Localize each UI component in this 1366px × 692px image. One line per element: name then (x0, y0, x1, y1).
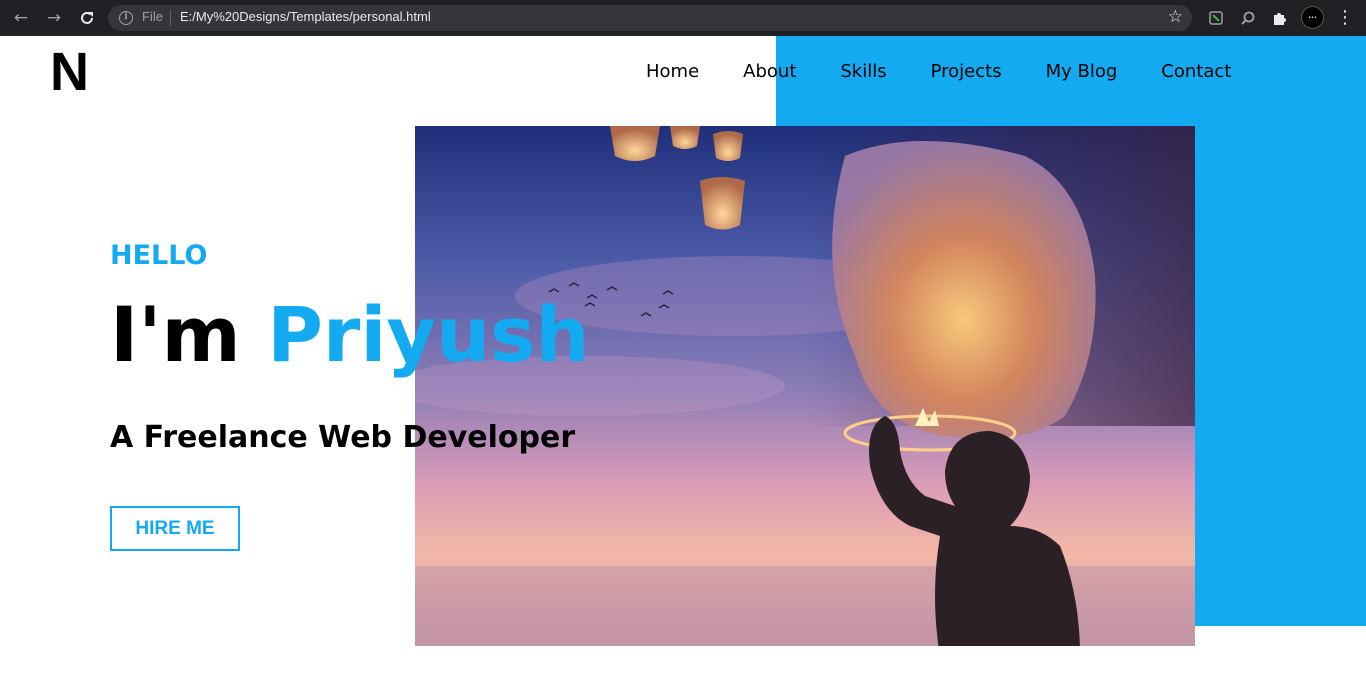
url-scheme-label: File (142, 9, 163, 24)
hero-subtitle: A Freelance Web Developer (110, 420, 576, 455)
hire-me-button[interactable]: HIRE ME (110, 506, 240, 551)
browser-toolbar: ← → i File E:/My%20Designs/Templates/per… (0, 0, 1366, 36)
nav-link-skills[interactable]: Skills (840, 61, 886, 82)
url-text[interactable]: E:/My%20Designs/Templates/personal.html (180, 9, 431, 24)
back-icon[interactable]: ← (10, 7, 32, 29)
nav-link-blog[interactable]: My Blog (1046, 61, 1118, 82)
nav-link-projects[interactable]: Projects (931, 61, 1002, 82)
main-nav: Home About Skills Projects My Blog Conta… (646, 61, 1231, 82)
info-icon[interactable]: i (119, 11, 133, 25)
hero-headline: I'm Priyush (110, 286, 589, 385)
puzzle-icon[interactable] (1269, 8, 1289, 28)
vertical-dots-icon[interactable]: ⋮ (1336, 6, 1354, 30)
extension-icon[interactable] (1206, 8, 1226, 28)
nav-link-about[interactable]: About (743, 61, 796, 82)
hero-intro: I'm (110, 290, 268, 379)
address-bar[interactable]: i File E:/My%20Designs/Templates/persona… (108, 5, 1192, 31)
forward-icon[interactable]: → (43, 7, 65, 29)
profile-avatar[interactable]: ••• (1301, 6, 1324, 29)
hero-name: Priyush (267, 290, 590, 379)
nav-link-contact[interactable]: Contact (1161, 61, 1231, 82)
extension-search-icon[interactable] (1238, 8, 1258, 28)
hero-image (415, 126, 1195, 646)
bookmark-star-icon[interactable]: ☆ (1168, 7, 1183, 27)
omnibox-divider (170, 10, 171, 26)
nav-link-home[interactable]: Home (646, 61, 699, 82)
site-logo[interactable]: N (50, 45, 89, 99)
page: N Home About Skills Projects My Blog Con… (0, 36, 1366, 692)
hero-greeting: HELLO (110, 240, 208, 271)
reload-icon[interactable] (76, 7, 98, 29)
